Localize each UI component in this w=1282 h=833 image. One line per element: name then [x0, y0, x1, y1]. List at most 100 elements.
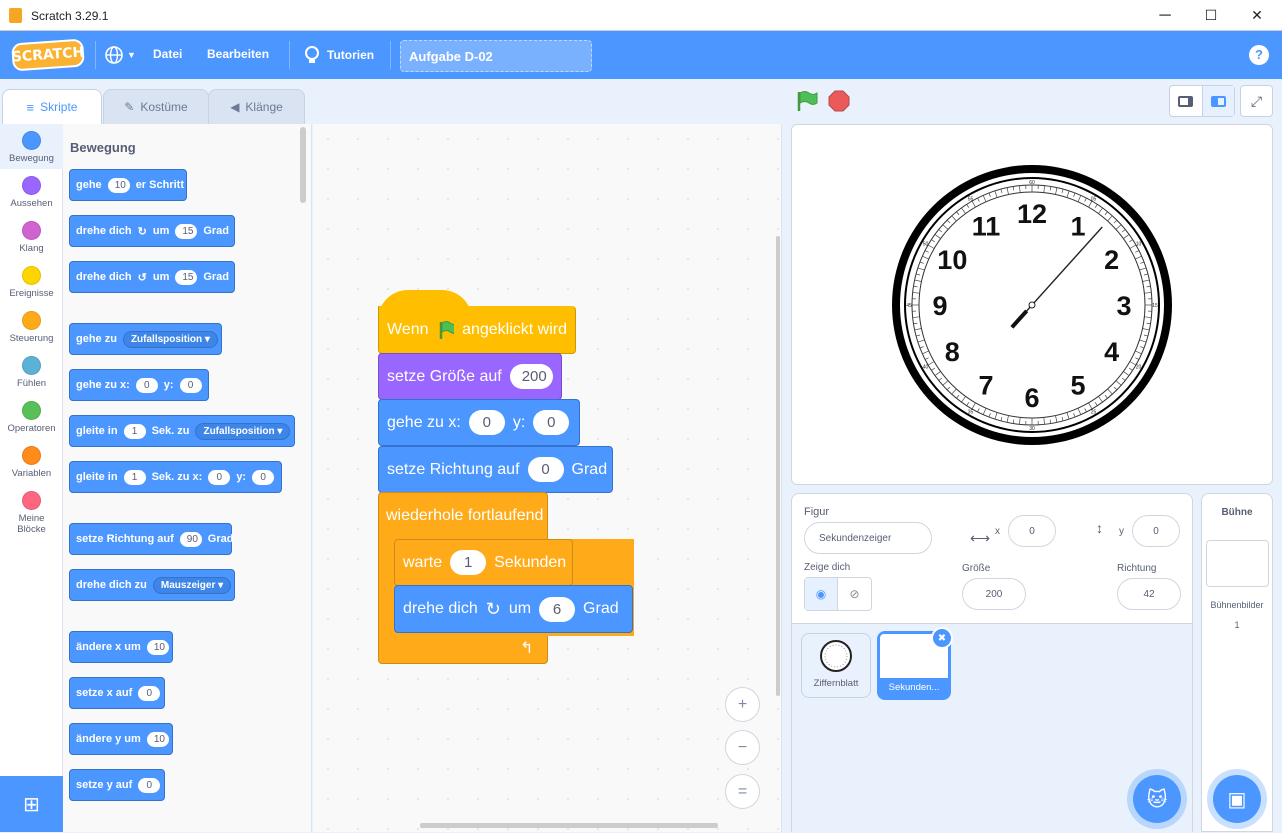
block-input[interactable]: 10: [147, 640, 169, 655]
block-point-direction[interactable]: setze Richtung auf90Grad: [69, 523, 232, 555]
block-dropdown[interactable]: Zufallsposition ▾: [123, 331, 218, 348]
block-input[interactable]: 0: [138, 686, 160, 701]
tab-sounds[interactable]: ◀ Klänge: [208, 89, 305, 125]
large-stage-button[interactable]: [1202, 86, 1234, 116]
block-input[interactable]: 1: [124, 470, 146, 485]
block-turn-right[interactable]: drehe dich↻um15Grad: [69, 215, 235, 247]
choose-sprite-button[interactable]: 🐱︎: [1133, 775, 1181, 823]
stage-selector[interactable]: Bühne Bühnenbilder 1 ▣: [1201, 493, 1273, 832]
category-5[interactable]: Fühlen: [0, 349, 63, 394]
block-dropdown[interactable]: Zufallsposition ▾: [195, 423, 290, 440]
category-dot-icon: [22, 176, 41, 195]
minimize-button[interactable]: ─: [1142, 0, 1188, 31]
block-text: y:: [513, 414, 525, 432]
block-move-steps[interactable]: gehe10er Schritt: [69, 169, 187, 201]
tab-costumes[interactable]: ✎ Kostüme: [103, 89, 209, 125]
tutorials-menu[interactable]: Tutorien: [303, 44, 374, 66]
small-stage-button[interactable]: [1170, 86, 1202, 116]
block-input[interactable]: 1: [124, 424, 146, 439]
category-3[interactable]: Ereignisse: [0, 259, 63, 304]
block-set-x[interactable]: setze x auf0: [69, 677, 165, 709]
block-input[interactable]: 0: [252, 470, 274, 485]
block-wait[interactable]: warte1Sekunden: [394, 539, 573, 586]
block-dropdown[interactable]: Mauszeiger ▾: [153, 577, 231, 594]
block-input[interactable]: 10: [147, 732, 169, 747]
block-input[interactable]: 0: [136, 378, 158, 393]
block-goto-xy[interactable]: gehe zu x:0y:0: [69, 369, 209, 401]
file-menu[interactable]: Datei: [153, 47, 182, 61]
delete-sprite-button[interactable]: ✖: [931, 627, 953, 649]
workspace-vscrollbar[interactable]: [776, 236, 780, 696]
stop-button[interactable]: [828, 90, 850, 112]
block-goto[interactable]: gehe zuZufallsposition ▾: [69, 323, 222, 355]
stage[interactable]: 600510152025303540455055121234567891011: [791, 124, 1273, 485]
category-1[interactable]: Aussehen: [0, 169, 63, 214]
block-turn-left[interactable]: drehe dich↺um15Grad: [69, 261, 235, 293]
category-label: Klang: [0, 243, 63, 254]
block-input[interactable]: 0: [208, 470, 230, 485]
choose-backdrop-button[interactable]: ▣: [1213, 775, 1261, 823]
block-text: drehe dich: [403, 600, 478, 618]
palette-scrollbar[interactable]: [300, 127, 306, 203]
block-input[interactable]: 15: [175, 270, 197, 285]
show-sprite-button[interactable]: ◉: [805, 578, 838, 610]
language-menu[interactable]: ▼: [104, 45, 136, 65]
block-change-y[interactable]: ändere y um10: [69, 723, 173, 755]
block-glide[interactable]: gleite in1Sek. zuZufallsposition ▾: [69, 415, 295, 447]
block-input[interactable]: 0: [138, 778, 160, 793]
block-input[interactable]: 0: [469, 410, 505, 435]
project-title-input[interactable]: Aufgabe D-02: [400, 40, 592, 72]
category-8[interactable]: MeineBlöcke: [0, 484, 63, 529]
clock-minute-label: 25: [1091, 410, 1097, 416]
x-input[interactable]: 0: [1008, 515, 1056, 547]
direction-input[interactable]: 42: [1117, 578, 1181, 610]
zoom-reset-button[interactable]: =: [725, 774, 760, 809]
close-window-button[interactable]: ✕: [1234, 0, 1280, 31]
block-point-towards[interactable]: drehe dich zuMauszeiger ▾: [69, 569, 235, 601]
category-6[interactable]: Operatoren: [0, 394, 63, 439]
workspace-hscrollbar[interactable]: [420, 823, 718, 828]
block-input[interactable]: 0: [180, 378, 202, 393]
block-input[interactable]: 15: [175, 224, 197, 239]
block-input[interactable]: 0: [533, 410, 569, 435]
tab-code[interactable]: ≡ Skripte: [2, 89, 102, 125]
block-input[interactable]: 90: [180, 532, 202, 547]
add-extension-button[interactable]: ⊞: [0, 776, 63, 832]
hide-sprite-button[interactable]: ⊘: [838, 578, 871, 610]
block-glide-xy[interactable]: gleite in1Sek. zu x:0y:0: [69, 461, 282, 493]
block-change-x[interactable]: ändere x um10: [69, 631, 173, 663]
category-2[interactable]: Klang: [0, 214, 63, 259]
block-input[interactable]: 1: [450, 550, 486, 575]
block-input[interactable]: 200: [510, 364, 553, 389]
category-4[interactable]: Steuerung: [0, 304, 63, 349]
scratch-logo[interactable]: SCRATCH: [11, 39, 85, 72]
block-input[interactable]: 0: [528, 457, 564, 482]
category-0[interactable]: Bewegung: [0, 124, 63, 169]
zoom-out-button[interactable]: −: [725, 730, 760, 765]
fullscreen-button[interactable]: ⤢: [1240, 85, 1273, 117]
zoom-in-button[interactable]: +: [725, 687, 760, 722]
block-turn-right[interactable]: drehe dich↻um6Grad: [394, 585, 633, 633]
block-when-flag-clicked[interactable]: Wenn angeklickt wird: [378, 306, 576, 354]
green-flag-icon: [437, 319, 455, 341]
category-dot-icon: [22, 311, 41, 330]
green-flag-button[interactable]: [795, 89, 819, 113]
block-text: um: [153, 271, 170, 283]
sprite-name-input[interactable]: Sekundenzeiger: [804, 522, 932, 554]
y-input[interactable]: 0: [1132, 515, 1180, 547]
stage-thumbnail: [1206, 540, 1269, 587]
help-icon[interactable]: ?: [1249, 45, 1269, 65]
block-text: um: [153, 225, 170, 237]
edit-menu[interactable]: Bearbeiten: [207, 47, 269, 61]
block-set-size[interactable]: setze Größe auf200: [378, 353, 562, 400]
block-point-direction[interactable]: setze Richtung auf0Grad: [378, 446, 613, 493]
block-input[interactable]: 6: [539, 597, 575, 622]
menu-bar: SCRATCH ▼ Datei Bearbeiten Tutorien Aufg…: [0, 31, 1282, 79]
sprite-item-ziffernblatt[interactable]: Ziffernblatt: [801, 633, 871, 698]
block-set-y[interactable]: setze y auf0: [69, 769, 165, 801]
category-7[interactable]: Variablen: [0, 439, 63, 484]
block-goto-xy[interactable]: gehe zu x:0y:0: [378, 399, 580, 446]
size-input[interactable]: 200: [962, 578, 1026, 610]
block-input[interactable]: 10: [108, 178, 130, 193]
maximize-button[interactable]: ☐: [1188, 0, 1234, 31]
